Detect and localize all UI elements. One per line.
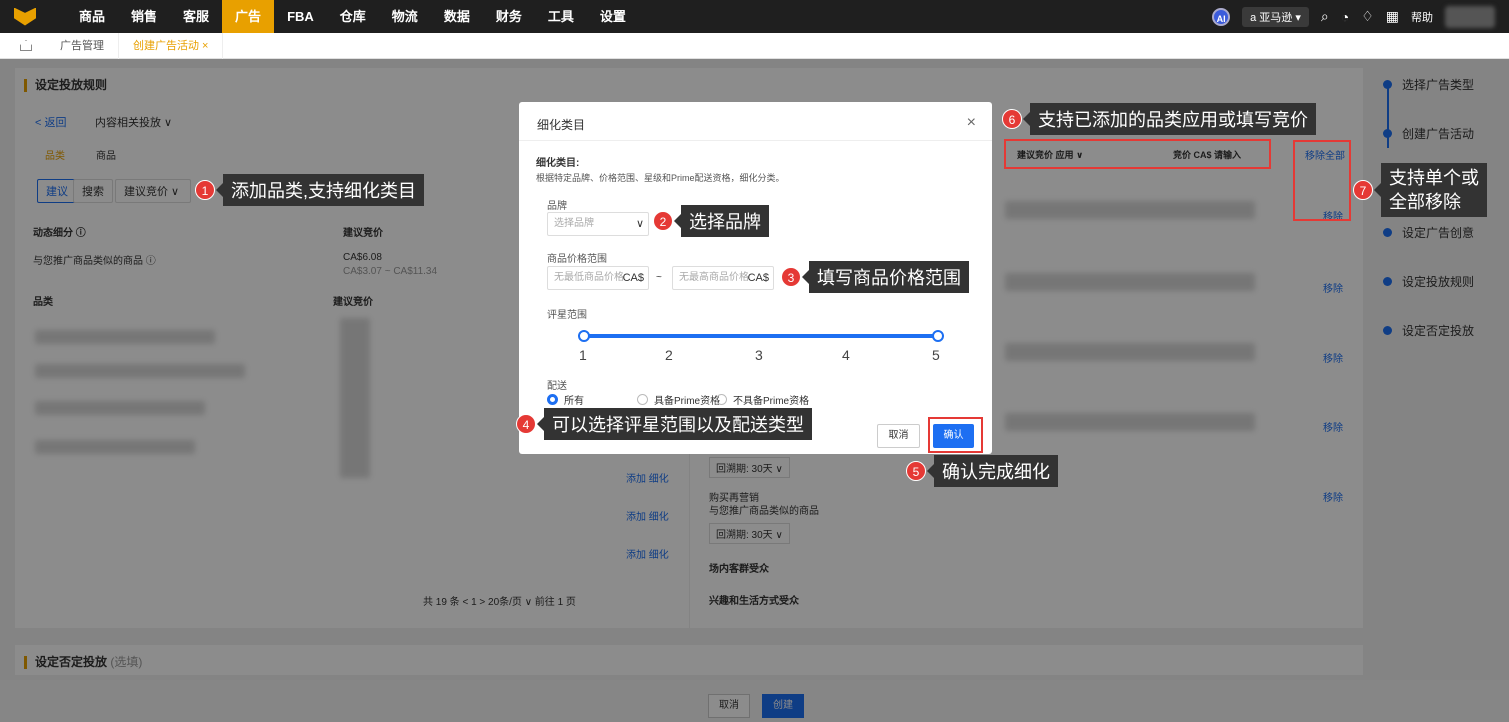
nav-ads[interactable]: 广告 (222, 0, 275, 33)
avatar[interactable] (1445, 5, 1495, 28)
dialog-description: 根据特定品牌、价格范围、星级和Prime配送资格，细化分类。 (536, 173, 785, 183)
headset-icon[interactable]: ◔ (1341, 9, 1349, 25)
annotation-5: 5 确认完成细化 (906, 455, 1058, 487)
rating-slider-max-handle[interactable] (932, 330, 944, 342)
nav-data[interactable]: 数据 (431, 0, 483, 33)
nav-products[interactable]: 商品 (66, 0, 118, 33)
radio-no-prime[interactable]: 不具备Prime资格 (716, 392, 809, 407)
search-icon[interactable]: ⌕ (1321, 8, 1329, 25)
nav-fba[interactable]: FBA (274, 0, 327, 33)
apps-grid-icon[interactable]: ▦ (1386, 8, 1399, 25)
divider (519, 140, 992, 141)
dialog-heading: 细化类目: (536, 158, 580, 169)
annotation-1: 1 添加品类,支持细化类目 (195, 174, 424, 206)
chevron-down-icon: ∨ (635, 218, 644, 230)
rating-tick-4: 4 (842, 347, 850, 363)
radio-unchecked-icon (716, 394, 727, 405)
rating-tick-2: 2 (665, 347, 673, 363)
ai-icon[interactable]: AI (1212, 7, 1231, 26)
store-selector[interactable]: a 亚马逊 ▾ (1242, 6, 1309, 27)
nav-warehouse[interactable]: 仓库 (327, 0, 379, 33)
price-max-input[interactable]: 无最高商品价格 CA$ (672, 266, 774, 290)
tab-create-campaign[interactable]: 创建广告活动 × (118, 32, 224, 59)
highlight-remove (1293, 140, 1351, 221)
radio-prime[interactable]: 具备Prime资格 (637, 392, 720, 407)
highlight-bid-header (1004, 139, 1271, 169)
delivery-label: 配送 (547, 381, 567, 392)
rating-slider-min-handle[interactable] (578, 330, 590, 342)
nav-finance[interactable]: 财务 (483, 0, 535, 33)
nav-tools[interactable]: 工具 (535, 0, 587, 33)
top-navigation: 商品 销售 客服 广告 FBA 仓库 物流 数据 财务 工具 设置 AI a 亚… (0, 0, 1509, 33)
nav-service[interactable]: 客服 (170, 0, 222, 33)
annotation-4: 4 可以选择评星范围以及配送类型 (516, 408, 812, 440)
brand-logo-icon[interactable] (14, 7, 36, 26)
tab-ad-management[interactable]: 广告管理 (46, 33, 118, 59)
dialog-title: 细化类目 (537, 118, 586, 132)
rating-tick-1: 1 (579, 347, 587, 363)
annotation-3: 3 填写商品价格范围 (781, 261, 969, 293)
price-range-label: 商品价格范围 (547, 254, 607, 265)
radio-all[interactable]: 所有 (547, 392, 584, 407)
annotation-2: 2 选择品牌 (653, 205, 769, 237)
dialog-cancel-button[interactable]: 取消 (877, 424, 920, 448)
brand-select[interactable]: 选择品牌 ∨ (547, 212, 649, 236)
annotation-7: 7 支持单个或 全部移除 (1353, 163, 1487, 217)
nav-sales[interactable]: 销售 (118, 0, 170, 33)
rating-slider-track[interactable] (584, 334, 938, 338)
brand-label: 品牌 (547, 201, 567, 212)
bell-icon[interactable]: ♢ (1361, 8, 1374, 25)
radio-unchecked-icon (637, 394, 648, 405)
help-link[interactable]: 帮助 (1411, 9, 1433, 25)
radio-checked-icon (547, 394, 558, 405)
home-icon[interactable] (20, 40, 32, 51)
range-separator: ~ (656, 272, 662, 283)
nav-settings[interactable]: 设置 (587, 0, 639, 33)
highlight-confirm (928, 417, 983, 453)
close-icon[interactable]: × (967, 114, 976, 132)
price-min-input[interactable]: 无最低商品价格 CA$ (547, 266, 649, 290)
rating-range-label: 评星范围 (547, 310, 587, 321)
annotation-6: 6 支持已添加的品类应用或填写竞价 (1002, 103, 1316, 135)
rating-tick-5: 5 (932, 347, 940, 363)
page-tabs: 广告管理 创建广告活动 × (0, 32, 1509, 59)
rating-tick-3: 3 (755, 347, 763, 363)
nav-logistics[interactable]: 物流 (379, 0, 431, 33)
